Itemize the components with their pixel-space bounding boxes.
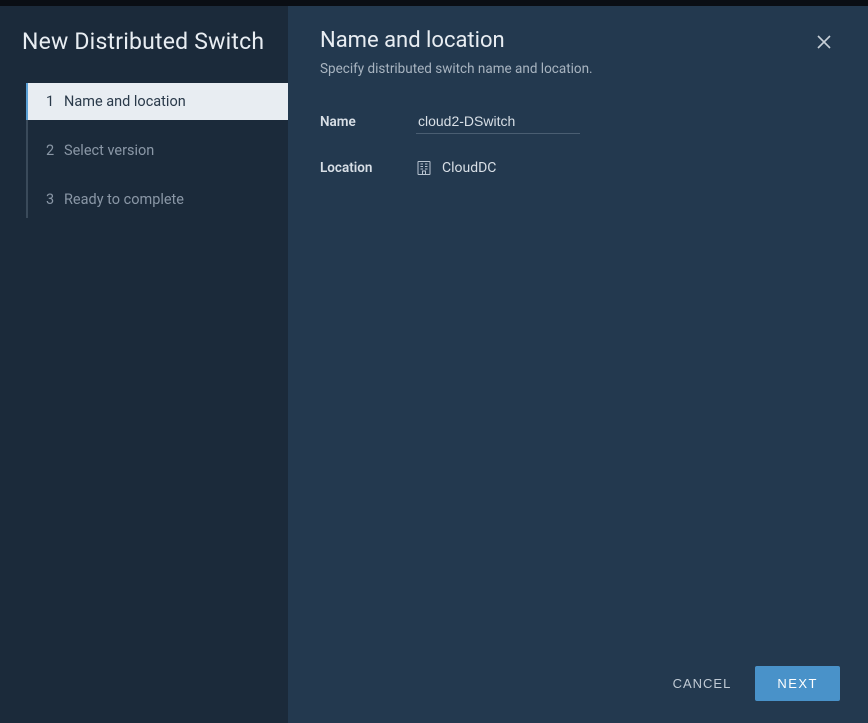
- location-label: Location: [320, 160, 416, 176]
- close-icon: [816, 35, 832, 54]
- step-number: 2: [46, 142, 64, 159]
- location-text: CloudDC: [442, 160, 496, 176]
- cancel-button[interactable]: CANCEL: [669, 668, 736, 699]
- step-label: Name and location: [64, 93, 186, 110]
- name-input[interactable]: [416, 109, 580, 134]
- location-value: CloudDC: [416, 160, 496, 176]
- step-select-version[interactable]: 2 Select version: [28, 132, 288, 169]
- step-label: Ready to complete: [64, 191, 184, 208]
- wizard-steps: 1 Name and location 2 Select version 3 R…: [26, 83, 288, 218]
- main-header: Name and location Specify distributed sw…: [288, 6, 868, 91]
- main-header-text: Name and location Specify distributed sw…: [320, 28, 812, 77]
- wizard-footer: CANCEL NEXT: [288, 648, 868, 723]
- form-area: Name Location: [288, 91, 868, 648]
- step-label: Select version: [64, 142, 154, 159]
- wizard-main: Name and location Specify distributed sw…: [288, 6, 868, 723]
- step-number: 1: [46, 93, 64, 110]
- step-ready-to-complete[interactable]: 3 Ready to complete: [28, 181, 288, 218]
- page-subtitle: Specify distributed switch name and loca…: [320, 61, 812, 77]
- form-row-name: Name: [320, 109, 836, 134]
- close-button[interactable]: [812, 30, 836, 58]
- step-number: 3: [46, 191, 64, 208]
- step-name-and-location[interactable]: 1 Name and location: [26, 83, 288, 120]
- next-button[interactable]: NEXT: [755, 666, 840, 701]
- wizard-sidebar: New Distributed Switch 1 Name and locati…: [0, 6, 288, 723]
- wizard-dialog: New Distributed Switch 1 Name and locati…: [0, 0, 868, 723]
- wizard-title: New Distributed Switch: [0, 28, 288, 83]
- form-row-location: Location Clou: [320, 160, 836, 176]
- datacenter-icon: [416, 160, 432, 176]
- name-label: Name: [320, 114, 416, 130]
- page-title: Name and location: [320, 28, 812, 53]
